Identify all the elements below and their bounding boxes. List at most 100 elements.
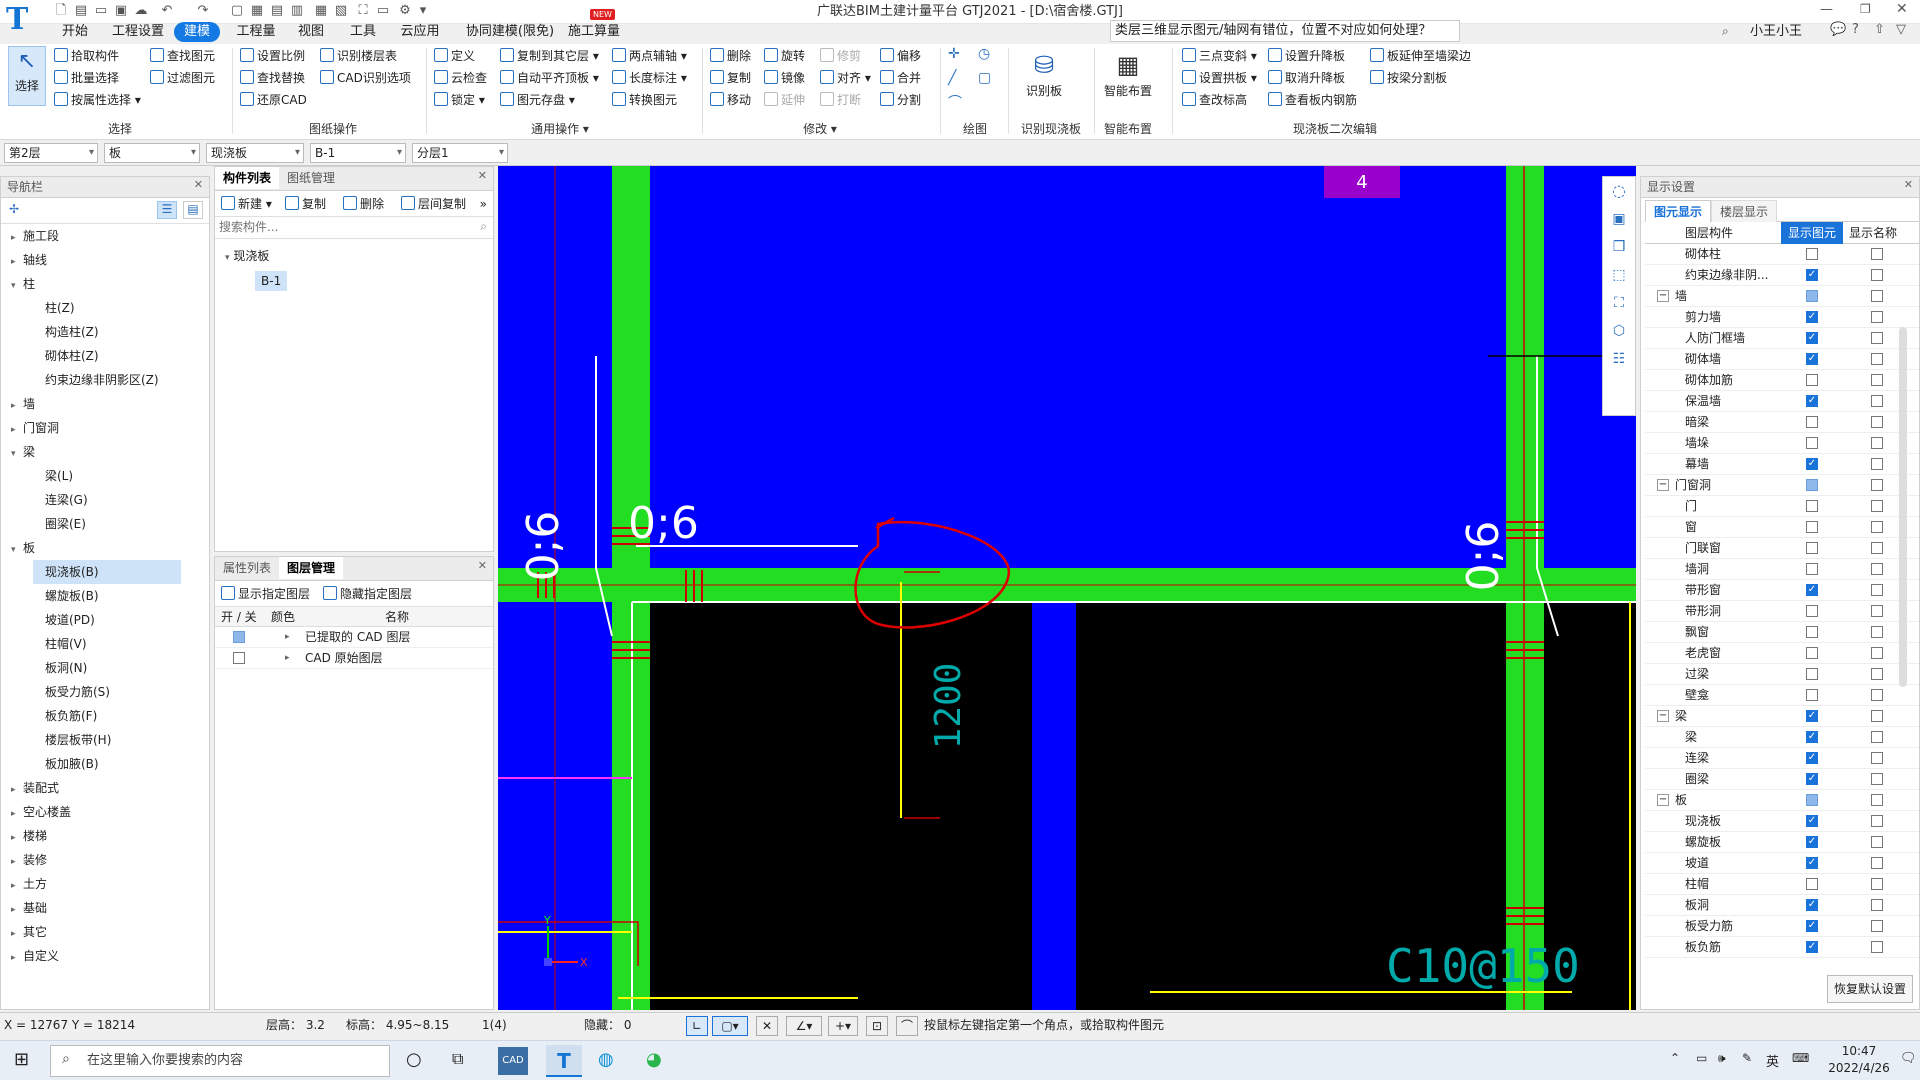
nav-item[interactable]: 板受力筋(S) [1,680,209,704]
tab-element-display[interactable]: 图元显示 [1645,200,1712,222]
show-element-checkbox[interactable] [1806,563,1818,575]
show-element-checkbox[interactable] [1806,689,1818,701]
list-item[interactable]: 砌体柱 [1645,244,1919,265]
show-element-checkbox[interactable] [1806,500,1818,512]
table-icon[interactable]: ▥ [288,2,306,20]
expand-icon[interactable]: ▸ [11,922,23,946]
select-by-attr-button[interactable]: 按属性选择 ▾ [54,90,141,110]
smart-layout-button[interactable]: ▦ 智能布置 [1100,48,1156,99]
more-icon[interactable]: ▾ [414,2,432,20]
nav-group[interactable]: ▸ 基础 [1,896,209,920]
cad-options-button[interactable]: CAD识别选项 [320,68,411,88]
list-item[interactable]: 过梁 [1645,664,1919,685]
list-item[interactable]: 窗 [1645,517,1919,538]
screenshot-icon[interactable]: ▭ [374,2,392,20]
tab-project-settings[interactable]: 工程设置 [110,22,166,42]
rect-icon[interactable]: ▢ [978,70,991,86]
user-name[interactable]: 小王小王 [1750,22,1802,42]
nav-group[interactable]: ▸ 施工段 [1,224,209,248]
show-name-checkbox[interactable] [1871,878,1883,890]
copy-component-button[interactable]: 复制 [285,191,326,217]
nav-item[interactable]: 现浇板(B) [33,560,181,584]
nav-group[interactable]: ▾ 板 [1,536,209,560]
tab-drawing-manage[interactable]: 图纸管理 [279,167,343,189]
floor-select[interactable]: 第2层 [4,143,98,163]
nav-item[interactable]: 楼层板带(H) [1,728,209,752]
snap-icon[interactable]: ▢▾ [712,1016,748,1036]
clock-icon[interactable]: ◷ [978,46,990,62]
arc-icon[interactable]: ⌒ [948,92,962,112]
check-elevation-button[interactable]: 查改标高 [1182,90,1247,110]
dynamic-view-icon[interactable]: ⬡ [1603,317,1635,345]
show-name-checkbox[interactable] [1871,773,1883,785]
nav-group[interactable]: ▾ 柱 [1,272,209,296]
show-name-checkbox[interactable] [1871,290,1883,302]
show-name-checkbox[interactable] [1871,815,1883,827]
show-element-checkbox[interactable]: ✓ [1806,857,1818,869]
trim-button[interactable]: 修剪 [820,46,861,66]
redo-icon[interactable]: ↷ [194,2,212,20]
view-cube-icon[interactable]: ❒ [1603,233,1635,261]
show-element-checkbox[interactable] [1806,626,1818,638]
merge-button[interactable]: 合并 [880,68,921,88]
cad-app-icon[interactable]: CAD [498,1047,528,1075]
hide-layer-button[interactable]: 隐藏指定图层 [323,581,412,607]
show-element-checkbox[interactable] [1806,479,1818,491]
table-row[interactable]: ▸ CAD 原始图层 [215,648,493,669]
show-name-checkbox[interactable] [1871,395,1883,407]
tab-properties[interactable]: 属性列表 [215,557,279,579]
show-name-checkbox[interactable] [1871,584,1883,596]
list-item[interactable]: 老虎窗 [1645,643,1919,664]
list-item[interactable]: 圈梁 ✓ [1645,769,1919,790]
folder-icon[interactable]: ▭ [92,2,110,20]
show-element-checkbox[interactable]: ✓ [1806,752,1818,764]
layer-toggle[interactable] [233,652,245,664]
list-item[interactable]: − 板 [1645,790,1919,811]
tab-collab[interactable]: 协同建模(限免) [460,22,560,42]
identify-floor-table-button[interactable]: 识别楼层表 [320,46,397,66]
show-name-checkbox[interactable] [1871,689,1883,701]
two-point-axis-button[interactable]: 两点辅轴 ▾ [612,46,687,66]
fullscreen-icon[interactable]: ⛶ [354,2,372,20]
three-point-slope-button[interactable]: 三点变斜 ▾ [1182,46,1257,66]
copy-to-other-floor-button[interactable]: 复制到其它层 ▾ [500,46,599,66]
component-select[interactable]: B-1 [310,143,406,163]
show-name-checkbox[interactable] [1871,521,1883,533]
expand-icon[interactable]: ▸ [11,850,23,874]
view-3d-icon[interactable]: ◌ [1603,177,1635,205]
grid-icon[interactable]: ▦ [248,2,266,20]
line-icon[interactable]: ╱ [948,70,956,86]
show-element-checkbox[interactable] [1806,521,1818,533]
show-name-checkbox[interactable] [1871,731,1883,743]
show-name-checkbox[interactable] [1871,437,1883,449]
gtj-app-icon[interactable]: T [546,1045,582,1077]
expand-icon[interactable]: ▸ [11,394,23,418]
show-name-checkbox[interactable] [1871,311,1883,323]
auto-align-slab-button[interactable]: 自动平齐顶板 ▾ [500,68,599,88]
object-snap-icon[interactable]: ⊡ [866,1016,888,1036]
close-icon[interactable]: ✕ [478,169,487,182]
show-element-checkbox[interactable] [1806,248,1818,260]
show-name-checkbox[interactable] [1871,710,1883,722]
detail-view-icon[interactable]: ▤ [183,201,203,219]
close-icon[interactable]: ✕ [1896,1,1908,17]
show-name-checkbox[interactable] [1871,857,1883,869]
pin-icon[interactable]: ⇧ [1874,22,1885,37]
list-item[interactable]: 暗梁 [1645,412,1919,433]
pen-icon[interactable]: ✎ [1742,1051,1752,1065]
tab-modeling[interactable]: 建模 [174,22,221,42]
nav-item[interactable]: 梁(L) [1,464,209,488]
list-item[interactable]: 坡道 ✓ [1645,853,1919,874]
nav-item[interactable]: 板负筋(F) [1,704,209,728]
show-name-checkbox[interactable] [1871,416,1883,428]
collapse-icon[interactable]: − [1657,794,1669,806]
pick-component-button[interactable]: 拾取构件 [54,46,119,66]
list-item[interactable]: 保温墙 ✓ [1645,391,1919,412]
expand-icon[interactable]: ▸ [11,802,23,826]
save-element-button[interactable]: 图元存盘 ▾ [500,90,575,110]
show-element-checkbox[interactable]: ✓ [1806,899,1818,911]
nav-item[interactable]: 圈梁(E) [1,512,209,536]
cloud-save-icon[interactable]: ☁ [132,2,150,20]
list-item[interactable]: 砌体墙 ✓ [1645,349,1919,370]
show-name-checkbox[interactable] [1871,563,1883,575]
